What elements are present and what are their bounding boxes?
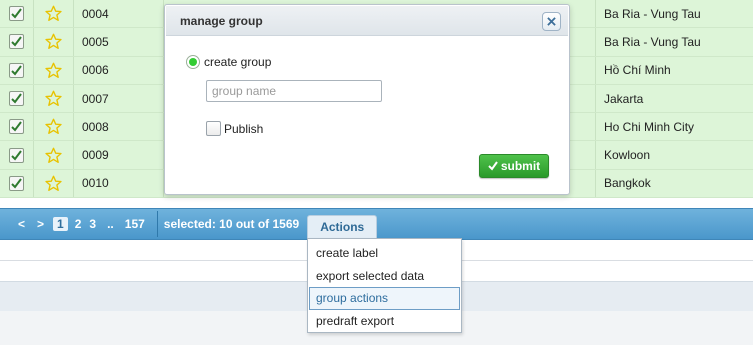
menu-item-predraft-export[interactable]: predraft export <box>309 310 460 333</box>
checkbox-checked-icon[interactable] <box>9 6 24 22</box>
menu-item-group-actions[interactable]: group actions <box>309 287 460 310</box>
row-id: 0004 <box>74 0 164 28</box>
publish-label: Publish <box>224 121 264 136</box>
star-icon[interactable] <box>45 5 62 22</box>
row-id: 0006 <box>74 56 164 84</box>
favorite-cell[interactable] <box>34 113 74 141</box>
last-page-button[interactable]: 157 <box>121 217 149 231</box>
prev-page-button[interactable]: < <box>12 217 31 231</box>
row-city: Hồ Chí Minh <box>604 63 671 78</box>
manage-group-dialog: manage group create group Publish submit <box>164 4 570 195</box>
actions-button[interactable]: Actions <box>307 215 378 239</box>
row-city: Jakarta <box>604 91 644 106</box>
row-checkbox-cell[interactable] <box>0 84 34 113</box>
row-checkbox-cell[interactable] <box>0 141 34 169</box>
page-1-button[interactable]: 1 <box>53 217 68 231</box>
star-icon[interactable] <box>45 147 62 164</box>
row-city: Kowloon <box>604 148 651 163</box>
row-checkbox-cell[interactable] <box>0 28 34 56</box>
pagination-bar: < > 1 2 3 .. 157 selected: 10 out of 156… <box>0 208 753 240</box>
submit-button[interactable]: submit <box>479 154 549 178</box>
favorite-cell[interactable] <box>34 84 74 113</box>
close-icon[interactable] <box>542 12 561 31</box>
radio-selected-icon[interactable] <box>186 55 200 69</box>
row-city: Ho Chi Minh City <box>604 119 695 134</box>
star-icon[interactable] <box>45 33 62 50</box>
checkbox-checked-icon[interactable] <box>9 119 24 135</box>
create-group-radio-option[interactable]: create group <box>186 55 271 69</box>
row-checkbox-cell[interactable] <box>0 0 34 28</box>
favorite-cell[interactable] <box>34 169 74 198</box>
star-icon[interactable] <box>45 118 62 135</box>
group-name-input[interactable] <box>206 80 382 102</box>
star-icon[interactable] <box>45 62 62 79</box>
row-city: Bangkok <box>604 176 651 191</box>
checkbox-checked-icon[interactable] <box>9 147 24 163</box>
row-checkbox-cell[interactable] <box>0 169 34 198</box>
actions-dropdown-menu: create label export selected data group … <box>307 238 462 333</box>
star-icon[interactable] <box>45 90 62 107</box>
pager-divider <box>156 211 158 237</box>
row-id: 0010 <box>74 169 164 198</box>
menu-item-create-label[interactable]: create label <box>309 242 460 265</box>
page-ellipsis: .. <box>107 217 114 231</box>
row-id: 0009 <box>74 141 164 169</box>
checkbox-checked-icon[interactable] <box>9 91 24 107</box>
row-id: 0005 <box>74 28 164 56</box>
page-2-button[interactable]: 2 <box>71 217 86 231</box>
star-icon[interactable] <box>45 175 62 192</box>
favorite-cell[interactable] <box>34 0 74 28</box>
publish-checkbox-option[interactable]: Publish <box>206 121 263 136</box>
dialog-header: manage group <box>166 6 568 36</box>
row-city: Ba Ria - Vung Tau <box>604 6 701 21</box>
row-checkbox-cell[interactable] <box>0 56 34 84</box>
row-id: 0008 <box>74 113 164 141</box>
checkbox-checked-icon[interactable] <box>9 175 24 191</box>
checkmark-icon <box>488 161 498 171</box>
favorite-cell[interactable] <box>34 56 74 84</box>
favorite-cell[interactable] <box>34 28 74 56</box>
selection-count: selected: 10 out of 1569 <box>163 217 300 231</box>
row-id: 0007 <box>74 84 164 113</box>
checkbox-checked-icon[interactable] <box>9 62 24 78</box>
next-page-button[interactable]: > <box>31 217 50 231</box>
favorite-cell[interactable] <box>34 141 74 169</box>
row-city: Ba Ria - Vung Tau <box>604 34 701 49</box>
page-3-button[interactable]: 3 <box>85 217 100 231</box>
checkbox-checked-icon[interactable] <box>9 34 24 50</box>
row-checkbox-cell[interactable] <box>0 113 34 141</box>
submit-label: submit <box>500 159 541 173</box>
menu-item-export-selected-data[interactable]: export selected data <box>309 265 460 288</box>
create-group-label: create group <box>204 55 272 69</box>
app-screen: 0004 Ba Ria - Vung Tau 0005 Ba Ria - Vun… <box>0 0 753 345</box>
dialog-title: manage group <box>180 13 263 28</box>
publish-checkbox[interactable] <box>206 121 221 136</box>
